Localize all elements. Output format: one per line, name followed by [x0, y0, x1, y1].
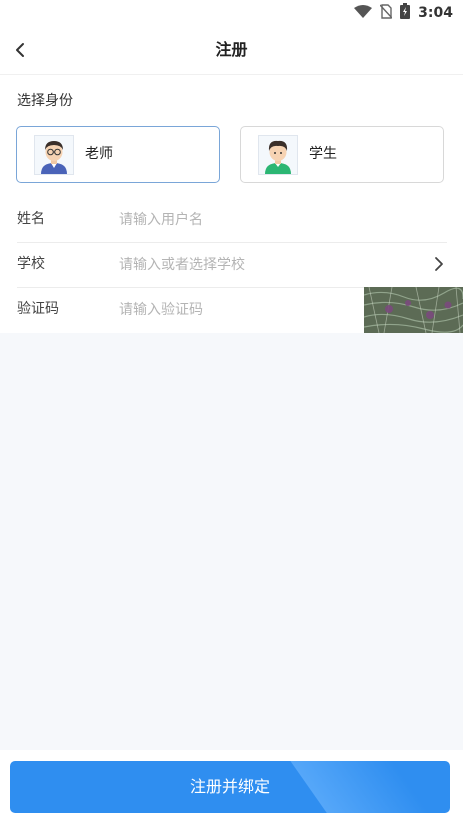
- name-input[interactable]: [119, 209, 409, 231]
- chevron-left-icon: [16, 43, 24, 57]
- page-title: 注册: [215, 40, 248, 59]
- role-option-student[interactable]: 学生: [240, 126, 444, 183]
- name-row: 姓名: [17, 197, 447, 243]
- register-bind-label: 注册并绑定: [189, 777, 270, 796]
- teacher-avatar-icon: [34, 135, 74, 175]
- status-bar: 3:04: [0, 0, 463, 26]
- captcha-input[interactable]: [119, 299, 339, 321]
- role-label-student: 学生: [309, 146, 337, 162]
- wifi-icon: [354, 4, 373, 23]
- chevron-right-icon[interactable]: [431, 256, 447, 272]
- student-avatar-icon: [258, 135, 298, 175]
- register-bind-button[interactable]: 注册并绑定: [10, 761, 450, 813]
- role-option-teacher[interactable]: 老师: [16, 126, 220, 183]
- school-row[interactable]: 学校: [17, 242, 447, 288]
- captcha-image[interactable]: [364, 287, 463, 333]
- school-input[interactable]: [119, 254, 409, 276]
- school-label: 学校: [17, 256, 45, 272]
- title-bar: 注册: [0, 26, 463, 75]
- identity-label: 选择身份: [17, 93, 73, 109]
- captcha-label: 验证码: [17, 301, 59, 317]
- battery-charging-icon: [400, 3, 411, 23]
- bottom-bar: 注册并绑定: [0, 750, 463, 823]
- status-time: 3:04: [418, 5, 453, 21]
- name-label: 姓名: [17, 211, 45, 227]
- role-label-teacher: 老师: [85, 146, 113, 162]
- no-sim-icon: [379, 3, 393, 23]
- back-button[interactable]: [6, 36, 34, 64]
